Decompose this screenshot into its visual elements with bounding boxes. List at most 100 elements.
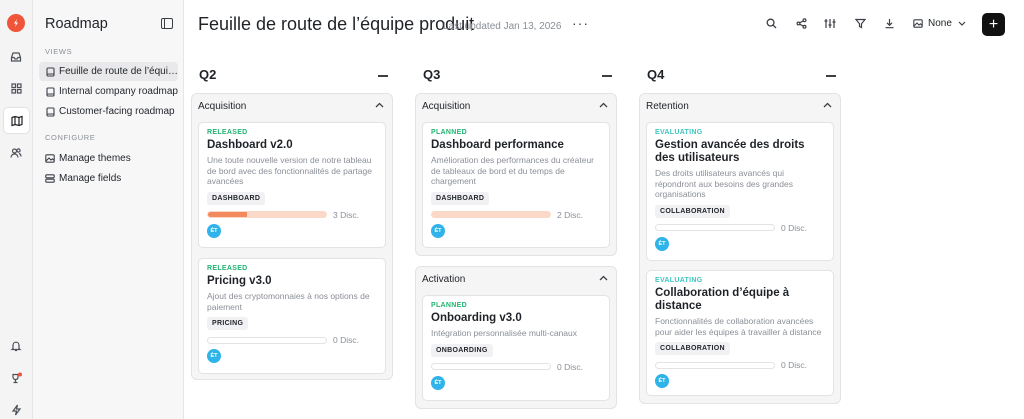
collapse-column-icon[interactable] [378, 75, 388, 77]
tag-badge: DASHBOARD [431, 191, 490, 205]
roadmap-view-icon [45, 106, 55, 117]
tag-badge: ONBOARDING [431, 343, 493, 357]
roadmap-card[interactable]: PLANNED Onboarding v3.0 Intégration person… [422, 295, 610, 401]
card-title: Dashboard v2.0 [207, 139, 293, 151]
status-badge: EVALUATING [655, 277, 703, 284]
users-icon[interactable] [6, 143, 26, 163]
progress-bar [431, 211, 551, 218]
last-updated-text: Last updated Jan 13, 2026 [443, 21, 562, 32]
inbox-icon[interactable] [6, 47, 26, 67]
image-icon [45, 154, 55, 164]
roadmap-card[interactable]: RELEASED Pricing v3.0 Ajout des cryptomonn… [198, 258, 386, 374]
sidebar-title: Roadmap [45, 16, 108, 32]
chevron-up-icon[interactable] [375, 100, 384, 111]
progress-row: 2 Disc. [431, 210, 601, 220]
fields-icon [45, 174, 55, 184]
configure-section-label: CONFIGURE [45, 133, 96, 142]
image-icon [913, 18, 923, 28]
card-description: Fonctionnalités de collaboration avancée… [655, 316, 822, 337]
sidebar-item-label: Manage fields [59, 173, 122, 184]
roadmap-card[interactable]: EVALUATING Gestion avancée des droits des… [646, 122, 834, 261]
progress-bar [655, 361, 775, 369]
card-title: Gestion avancée des droits des utilisate… [655, 139, 805, 164]
theme-group: Acquisition PLANNED Dashboard performance A… [415, 93, 617, 256]
filter-icon[interactable] [853, 16, 867, 30]
tag-badge: COLLABORATION [655, 342, 730, 355]
roadmap-card[interactable]: EVALUATING Collaboration d’équipe à dista… [646, 270, 834, 396]
page-title: Feuille de route de l’équipe produit [198, 14, 475, 34]
column-title: Q2 [199, 67, 217, 82]
discussion-count[interactable]: 0 Disc. [781, 223, 807, 233]
quick-actions-bolt-icon[interactable] [6, 400, 26, 419]
tag-badge: PRICING [207, 317, 249, 330]
sidebar-item-label: Customer-facing roadmap [59, 106, 175, 117]
add-button[interactable]: + [982, 13, 1005, 36]
progress-bar [655, 224, 775, 231]
sidebar-manage-themes[interactable]: Manage themes [39, 149, 178, 168]
status-badge: RELEASED [207, 129, 248, 136]
more-options-button[interactable]: ··· [572, 15, 589, 31]
card-description: Une toute nouvelle version de notre tabl… [207, 155, 372, 186]
card-title: Collaboration d’équipe à distance [655, 287, 790, 312]
progress-fill [208, 212, 247, 217]
progress-bar [431, 363, 551, 370]
progress-row: 0 Disc. [431, 362, 601, 372]
rewards-icon[interactable] [6, 368, 26, 388]
roadmap-map-icon[interactable] [4, 108, 29, 133]
card-title: Onboarding v3.0 [431, 312, 522, 324]
card-title: Pricing v3.0 [207, 275, 272, 287]
card-title: Dashboard performance [431, 139, 564, 151]
sidebar-view-internal[interactable]: Internal company roadmap [39, 82, 178, 101]
avatar[interactable]: ÉT [431, 375, 445, 390]
notifications-bell-icon[interactable] [6, 336, 26, 356]
icon-rail [0, 0, 33, 419]
roadmap-sidebar: Roadmap VIEWS Feuille de route de l’équi… [33, 0, 184, 419]
group-title: Activation [422, 274, 466, 285]
avatar[interactable]: ÉT [655, 236, 669, 251]
sidebar-view-product-team[interactable]: Feuille de route de l’équipe produit [39, 62, 178, 81]
collapse-column-icon[interactable] [826, 75, 836, 77]
sidebar-manage-fields[interactable]: Manage fields [39, 169, 178, 188]
progress-row: 0 Disc. [207, 335, 377, 345]
avatar[interactable]: ÉT [431, 223, 445, 238]
avatar[interactable]: ÉT [655, 374, 669, 388]
discussion-count[interactable]: 0 Disc. [333, 335, 359, 345]
collapse-sidebar-icon[interactable] [161, 18, 173, 29]
sidebar-item-label: Feuille de route de l’équipe produit [59, 66, 178, 77]
sliders-settings-icon[interactable] [823, 16, 837, 30]
share-icon[interactable] [794, 16, 808, 30]
progress-bar [207, 336, 327, 344]
avatar[interactable]: ÉT [207, 349, 221, 363]
group-title: Retention [646, 101, 689, 112]
discussion-count[interactable]: 0 Disc. [781, 360, 807, 370]
search-icon[interactable] [764, 16, 778, 30]
discussion-count[interactable]: 3 Disc. [333, 210, 359, 220]
download-icon[interactable] [882, 16, 896, 30]
progress-row: 0 Disc. [655, 360, 825, 370]
tag-badge: COLLABORATION [655, 204, 730, 218]
sidebar-view-customer[interactable]: Customer-facing roadmap [39, 102, 178, 121]
card-description: Amélioration des performances du créateu… [431, 155, 594, 186]
collapse-column-icon[interactable] [602, 75, 612, 77]
progress-row: 0 Disc. [655, 223, 825, 233]
chevron-up-icon[interactable] [823, 100, 832, 111]
chevron-up-icon[interactable] [599, 273, 608, 284]
column-title: Q4 [647, 67, 665, 82]
image-display-select[interactable]: None [913, 14, 966, 32]
roadmap-view-icon [45, 66, 55, 77]
discussion-count[interactable]: 2 Disc. [557, 210, 583, 220]
roadmap-card[interactable]: PLANNED Dashboard performance Amélioration… [422, 122, 610, 248]
group-title: Acquisition [422, 101, 471, 112]
card-description: Des droits utilisateurs avancés qui répo… [655, 168, 793, 199]
card-description: Ajout des cryptomonnaies à nos options d… [207, 291, 370, 312]
roadmap-view-icon [45, 86, 55, 97]
avatar[interactable]: ÉT [207, 223, 221, 238]
roadmap-card[interactable]: RELEASED Dashboard v2.0 Une toute nouvelle… [198, 122, 386, 248]
app-logo-icon[interactable] [7, 14, 25, 32]
progress-row: 3 Disc. [207, 210, 377, 220]
sidebar-item-label: Internal company roadmap [59, 86, 178, 97]
apps-grid-icon[interactable] [6, 78, 26, 98]
chevron-up-icon[interactable] [599, 100, 608, 111]
tag-badge: DASHBOARD [207, 191, 266, 205]
discussion-count[interactable]: 0 Disc. [557, 362, 583, 372]
